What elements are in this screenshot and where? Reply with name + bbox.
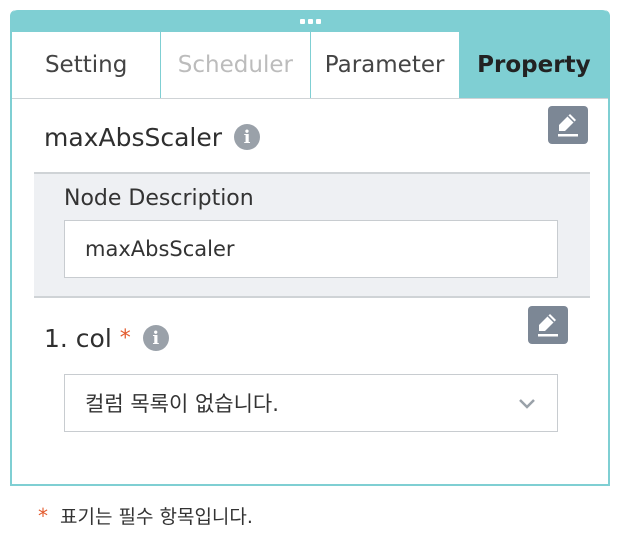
- node-description-section: Node Description maxAbsScaler: [34, 172, 590, 298]
- tab-scheduler[interactable]: Scheduler: [161, 32, 311, 98]
- pencil-icon: [538, 314, 558, 337]
- node-title-row: maxAbsScaler i: [44, 108, 590, 166]
- col-select-value: 컬럼 목록이 없습니다.: [85, 392, 279, 416]
- info-icon[interactable]: i: [142, 325, 169, 351]
- pencil-icon: [558, 114, 578, 137]
- required-mark: *: [119, 325, 131, 351]
- required-mark: *: [38, 503, 48, 528]
- drag-dots-icon: [299, 18, 321, 24]
- tab-property[interactable]: Property: [459, 32, 608, 98]
- edit-title-button[interactable]: [548, 106, 588, 144]
- col-field-row: 1. col * i: [44, 312, 590, 364]
- info-icon[interactable]: i: [234, 124, 261, 150]
- col-field-label: 1. col: [44, 323, 112, 353]
- edit-col-button[interactable]: [528, 306, 568, 344]
- tab-parameter[interactable]: Parameter: [311, 32, 460, 98]
- chevron-down-icon: [519, 399, 535, 409]
- required-footnote-text: 표기는 필수 항목입니다.: [60, 506, 253, 528]
- tab-bar: Setting Scheduler Parameter Property: [12, 32, 608, 99]
- node-description-label: Node Description: [64, 186, 254, 211]
- node-title: maxAbsScaler: [44, 122, 223, 152]
- tab-setting[interactable]: Setting: [12, 32, 162, 98]
- required-footnote: * 표기는 필수 항목입니다.: [38, 502, 253, 529]
- col-select-dropdown[interactable]: 컬럼 목록이 없습니다.: [64, 374, 558, 432]
- panel-drag-handle[interactable]: [10, 10, 610, 32]
- property-panel: Setting Scheduler Parameter Property max…: [10, 10, 610, 486]
- node-description-input[interactable]: maxAbsScaler: [64, 220, 558, 278]
